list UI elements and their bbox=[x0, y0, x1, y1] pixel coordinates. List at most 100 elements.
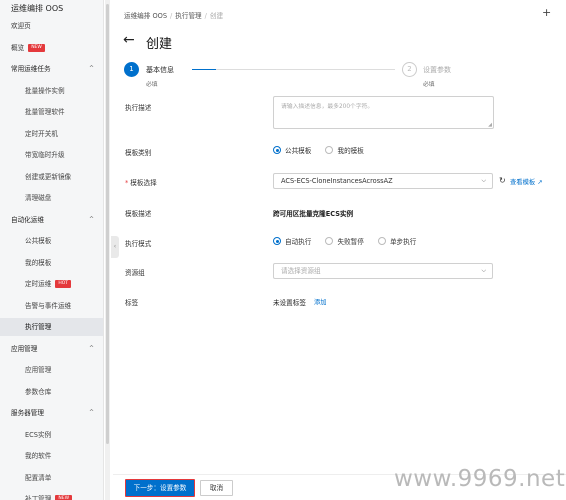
radio-label: 自动执行 bbox=[285, 238, 312, 246]
watermark: www.9969.net bbox=[394, 466, 566, 492]
step-connector bbox=[192, 69, 395, 70]
resize-handle-icon[interactable]: ◢ bbox=[488, 122, 492, 128]
sidebar-item[interactable]: 配置清单 bbox=[0, 469, 103, 487]
back-arrow-icon[interactable]: ← bbox=[123, 32, 135, 48]
sidebar-item[interactable]: 公共模板 bbox=[0, 232, 103, 250]
add-tag-link[interactable]: 添加 bbox=[314, 297, 327, 306]
breadcrumb: 运维编排 OOS / 执行管理 / 创建 bbox=[124, 10, 223, 20]
sidebar-badge: HOT bbox=[55, 280, 72, 288]
sidebar-item-label: 批量操作实例 bbox=[25, 86, 65, 95]
tags-label: 标签 bbox=[125, 299, 139, 307]
step-1-indicator: 1 bbox=[124, 62, 139, 77]
radio-single-step[interactable]: 单步执行 bbox=[377, 236, 417, 246]
sidebar-item-label: 应用管理 bbox=[11, 344, 38, 353]
sidebar-item[interactable]: 参数仓库 bbox=[0, 383, 103, 401]
step-2-sub: 必填 bbox=[423, 82, 435, 88]
sidebar-item-label: 参数仓库 bbox=[25, 387, 52, 396]
cancel-button[interactable]: 取消 bbox=[200, 480, 233, 496]
sidebar-item[interactable]: 批量管理软件 bbox=[0, 103, 103, 121]
sidebar-group[interactable]: 应用管理 ^ bbox=[0, 340, 103, 358]
sidebar: 运维编排 OOS 欢迎页 概览 NEW 常用运维任务 ^ 批量操作实例 批量管理软件 定时开关… bbox=[0, 0, 104, 500]
template-category-label: 模板类别 bbox=[125, 149, 152, 157]
radio-public-template[interactable]: 公共模板 bbox=[273, 145, 311, 155]
next-step-button[interactable]: 下一步：设置参数 bbox=[125, 479, 195, 497]
resource-group-select[interactable]: 请选择资源组 ⌵ bbox=[273, 263, 493, 279]
radio-checked-icon[interactable] bbox=[273, 237, 281, 245]
breadcrumb-item-oos[interactable]: 运维编排 OOS bbox=[124, 12, 167, 20]
breadcrumb-item-exec[interactable]: 执行管理 bbox=[175, 12, 201, 20]
radio-my-template[interactable]: 我的模板 bbox=[325, 145, 364, 155]
radio-label: 单步执行 bbox=[389, 238, 417, 246]
sidebar-item[interactable]: 我的软件 bbox=[0, 447, 103, 465]
description-textarea[interactable]: 请输入描述信息，最多200个字符。 ◢ bbox=[273, 96, 494, 129]
collapse-sidebar-icon[interactable]: ‹ bbox=[111, 236, 119, 258]
sidebar-item-label: 清理磁盘 bbox=[25, 194, 52, 202]
external-link-icon: ↗ bbox=[537, 179, 543, 186]
sidebar-item[interactable]: 补丁管理 NEW bbox=[0, 490, 103, 500]
sidebar-badge: NEW bbox=[28, 43, 45, 52]
sidebar-item-label: 告警与事件运维 bbox=[25, 301, 72, 310]
template-desc-label: 模板描述 bbox=[125, 210, 152, 218]
radio-unchecked-icon[interactable] bbox=[325, 237, 334, 245]
chevron-down-icon: ⌵ bbox=[481, 177, 486, 184]
radio-unchecked-icon[interactable] bbox=[325, 146, 334, 154]
sidebar-item-label: 定时开关机 bbox=[25, 129, 58, 138]
chevron-down-icon: ⌵ bbox=[481, 267, 486, 274]
sidebar-item-label: 概览 bbox=[11, 43, 25, 52]
sidebar-item-label: 常用运维任务 bbox=[11, 65, 51, 73]
sidebar-scrollbar-thumb[interactable] bbox=[106, 4, 109, 444]
template-category-radio-group: 公共模板 我的模板 bbox=[273, 145, 376, 155]
sidebar-item[interactable]: ECS实例 bbox=[0, 426, 103, 444]
sidebar-group[interactable]: 自动化运维 ^ bbox=[0, 211, 103, 229]
chevron-up-icon[interactable]: ^ bbox=[89, 211, 94, 229]
template-desc-value: 跨可用区批量克隆ECS实例 bbox=[273, 210, 354, 218]
sidebar-item-label: 批量管理软件 bbox=[25, 108, 65, 116]
radio-auto-exec[interactable]: 自动执行 bbox=[273, 236, 311, 246]
sidebar-scrollbar[interactable] bbox=[105, 0, 110, 500]
exec-mode-radio-group: 自动执行 失败暂停 单步执行 bbox=[273, 236, 428, 246]
sidebar-item-label: 执行管理 bbox=[25, 323, 52, 331]
plus-icon[interactable]: + bbox=[542, 6, 551, 19]
sidebar-item[interactable]: 定时运维 HOT bbox=[0, 275, 103, 293]
sidebar-item-label: 配置清单 bbox=[25, 473, 52, 482]
sidebar-item[interactable]: 欢迎页 bbox=[0, 17, 103, 35]
sidebar-item[interactable]: 带宽临时升级 bbox=[0, 146, 103, 164]
sidebar-item-label: 补丁管理 bbox=[25, 495, 52, 500]
chevron-up-icon[interactable]: ^ bbox=[89, 60, 94, 78]
sidebar-item-label: 欢迎页 bbox=[11, 22, 31, 30]
sidebar-item[interactable]: 批量操作实例 bbox=[0, 82, 103, 100]
step-1-sub: 必填 bbox=[146, 82, 158, 88]
sidebar-item-label: ECS实例 bbox=[25, 430, 52, 439]
sidebar-item[interactable]: 清理磁盘 bbox=[0, 189, 103, 207]
sidebar-item-label: 服务器管理 bbox=[11, 409, 44, 417]
sidebar-item[interactable]: 执行管理 bbox=[0, 318, 103, 336]
radio-label: 公共模板 bbox=[285, 147, 312, 155]
sidebar-item[interactable]: 创建或更新镜像 bbox=[0, 168, 103, 186]
sidebar-item[interactable]: 我的模板 bbox=[0, 254, 103, 272]
sidebar-item-label: 自动化运维 bbox=[11, 215, 44, 224]
sidebar-group[interactable]: 常用运维任务 ^ bbox=[0, 60, 103, 78]
sidebar-badge: NEW bbox=[55, 495, 73, 500]
sidebar-item[interactable]: 概览 NEW bbox=[0, 39, 103, 57]
sidebar-item-label: 我的模板 bbox=[25, 258, 52, 267]
refresh-icon[interactable]: ↻ bbox=[499, 176, 506, 185]
sidebar-item[interactable]: 告警与事件运维 bbox=[0, 297, 103, 315]
sidebar-group[interactable]: 服务器管理 ^ bbox=[0, 404, 103, 422]
description-placeholder: 请输入描述信息，最多200个字符。 bbox=[281, 104, 374, 110]
breadcrumb-separator: / bbox=[170, 12, 173, 20]
step-2-indicator: 2 bbox=[402, 62, 417, 77]
page-title: 创建 bbox=[146, 37, 173, 52]
radio-unchecked-icon[interactable] bbox=[377, 237, 386, 245]
template-select[interactable]: ACS-ECS-CloneInstancesAcrossAZ ⌵ bbox=[273, 173, 493, 189]
template-select-label: * 模板选择 bbox=[125, 177, 157, 187]
template-select-label-text: 模板选择 bbox=[130, 179, 157, 187]
view-template-link[interactable]: 查看模板 ↗ bbox=[510, 177, 542, 186]
sidebar-item[interactable]: 定时开关机 bbox=[0, 125, 103, 143]
chevron-up-icon[interactable]: ^ bbox=[89, 404, 94, 422]
radio-checked-icon[interactable] bbox=[273, 146, 281, 154]
resource-group-placeholder: 请选择资源组 bbox=[281, 267, 321, 275]
tags-value: 未设置标签 bbox=[273, 299, 306, 307]
chevron-up-icon[interactable]: ^ bbox=[89, 340, 94, 358]
sidebar-item[interactable]: 应用管理 bbox=[0, 361, 103, 379]
radio-fail-pause[interactable]: 失败暂停 bbox=[325, 236, 364, 246]
